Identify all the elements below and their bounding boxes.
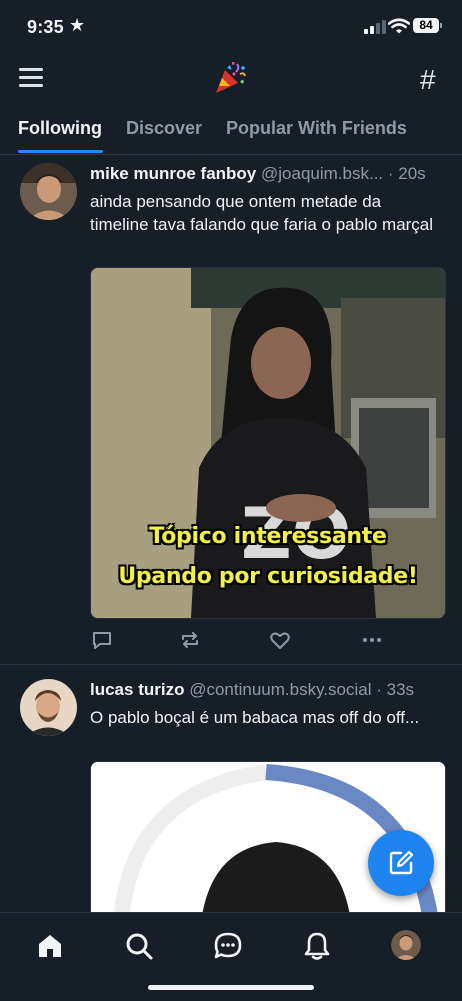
avatar[interactable] (20, 679, 77, 736)
tab-discover[interactable]: Discover (126, 118, 202, 139)
meme-caption-line-1: Tópico interessante (149, 524, 387, 549)
post-text: O pablo boçal é um babaca mas off do off… (90, 708, 420, 727)
chat-icon[interactable] (213, 931, 243, 961)
wifi-icon (388, 18, 410, 34)
post-text: ainda pensando que ontem metade da timel… (90, 192, 434, 234)
like-heart-icon[interactable] (268, 628, 292, 652)
battery-indicator: 84 (413, 18, 439, 33)
post-header: lucas turizo @continuum.bsky.social · 33… (90, 680, 450, 700)
hamburger-menu-icon[interactable] (19, 68, 43, 88)
top-bar: # (0, 56, 462, 104)
reply-icon[interactable] (90, 628, 114, 652)
tab-following[interactable]: Following (18, 118, 102, 139)
active-tab-indicator (18, 150, 103, 153)
battery-nub (440, 23, 442, 28)
notifications-bell-icon[interactable] (302, 931, 332, 961)
feed-post[interactable]: mike munroe fanboy @joaquim.bsk... · 20s… (0, 155, 462, 665)
hash-icon[interactable]: # (420, 64, 436, 96)
post-timestamp: · 33s (376, 680, 415, 699)
compose-pencil-icon (389, 850, 414, 875)
home-icon[interactable] (35, 931, 65, 961)
status-time: 9:35 (27, 17, 64, 37)
author-name[interactable]: mike munroe fanboy (90, 164, 256, 183)
post-timestamp: · 20s (387, 164, 426, 183)
meme-caption-line-2: Upando por curiosidade! (118, 564, 418, 589)
cellular-signal-icon (364, 20, 386, 34)
compose-post-button[interactable] (368, 830, 434, 896)
avatar[interactable] (20, 163, 77, 220)
party-popper-icon[interactable] (212, 60, 248, 96)
more-options-icon[interactable] (360, 628, 384, 652)
repost-icon[interactable] (178, 628, 202, 652)
feed-tabs: Following Discover Popular With Friends (0, 104, 462, 155)
search-icon[interactable] (124, 931, 154, 961)
star-icon: ★ (69, 15, 86, 35)
author-handle[interactable]: @joaquim.bsk... (261, 164, 383, 183)
author-handle[interactable]: @continuum.bsky.social (189, 680, 371, 699)
post-media-image[interactable]: ZO Tópico interessante Upando por curios… (90, 267, 446, 619)
status-bar: 9:35 ★ 84 (0, 0, 462, 56)
post-actions (90, 628, 390, 652)
profile-avatar[interactable] (391, 930, 421, 960)
post-header: mike munroe fanboy @joaquim.bsk... · 20s (90, 164, 450, 184)
tab-popular-with-friends[interactable]: Popular With Friends (226, 118, 407, 139)
home-indicator-bar[interactable] (148, 985, 314, 990)
author-name[interactable]: lucas turizo (90, 680, 184, 699)
